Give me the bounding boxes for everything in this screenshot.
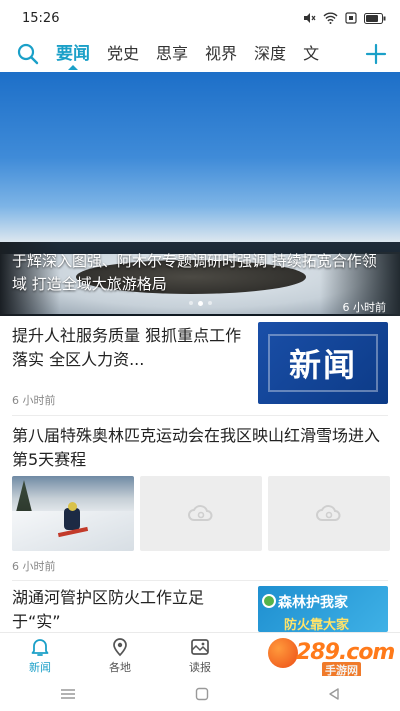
news-item[interactable]: 第八届特殊奥林匹克运动会在我区映山红滑雪场进入第5天赛程 6 小时前 — [0, 420, 400, 580]
thumbnail-text: 森林护我家 — [278, 595, 348, 611]
news-time: 6 小时前 — [12, 394, 56, 407]
battery-icon — [364, 12, 386, 24]
watermark-circle — [268, 638, 298, 668]
news-photo — [12, 476, 134, 551]
thumbnail-text: 新闻 — [268, 334, 378, 392]
divider — [12, 580, 388, 581]
photo-skier — [64, 508, 80, 530]
news-image-row — [12, 476, 390, 551]
status-bar: 15:26 — [0, 0, 400, 36]
image-placeholder-icon — [188, 504, 213, 521]
tab-newspaper[interactable]: 读报 — [170, 637, 230, 675]
news-title: 提升人社服务质量 狠抓重点工作落实 全区人力资... — [12, 326, 242, 369]
add-channel-icon[interactable] — [364, 42, 388, 66]
newspaper-icon — [191, 639, 209, 655]
wifi-icon — [323, 12, 338, 24]
system-nav-bar — [0, 676, 400, 711]
status-time: 15:26 — [22, 10, 60, 26]
carousel-dot — [188, 301, 193, 305]
news-title: 第八届特殊奥林匹克运动会在我区映山红滑雪场进入第5天赛程 — [12, 426, 381, 469]
tab-label: 各地 — [109, 661, 131, 674]
tab-headlines[interactable]: 要闻 — [56, 36, 90, 72]
news-item[interactable]: 提升人社服务质量 狠抓重点工作落实 全区人力资... 6 小时前 新闻 — [0, 316, 400, 414]
news-title: 湖通河管护区防火工作立足于“实” — [12, 588, 205, 631]
bell-icon — [31, 639, 49, 656]
home-icon[interactable] — [195, 687, 209, 701]
mute-icon — [304, 13, 316, 23]
thumbnail-text: 防火靠大家 — [284, 618, 350, 632]
forest-badge-icon — [262, 594, 276, 608]
location-pin-icon — [113, 638, 127, 657]
carousel-dot — [207, 301, 212, 305]
tab-vision[interactable]: 视界 — [205, 36, 237, 72]
status-icons — [302, 12, 386, 24]
tab-depth[interactable]: 深度 — [254, 36, 286, 72]
divider — [12, 415, 388, 416]
hero-caption: 于辉深入图强、阿木尔专题调研时强调 持续拓宽合作领域 打造全域大旅游格局 — [12, 252, 377, 293]
news-thumbnail: 森林护我家 防火靠大家 — [258, 586, 388, 632]
news-item[interactable]: 湖通河管护区防火工作立足于“实” 森林护我家 防火靠大家 — [0, 584, 400, 632]
carousel-dots — [0, 301, 400, 306]
tab-regions[interactable]: 各地 — [90, 637, 150, 675]
image-placeholder — [140, 476, 262, 551]
back-icon[interactable] — [327, 687, 341, 701]
tab-news[interactable]: 新闻 — [10, 637, 70, 675]
photo-skier-head — [68, 502, 77, 511]
tab-culture[interactable]: 文 — [303, 36, 319, 72]
image-placeholder — [268, 476, 390, 551]
hero-time: 6 小时前 — [342, 301, 387, 314]
menu-icon[interactable] — [59, 688, 77, 700]
watermark-logo: 289.com 手游网 — [234, 636, 395, 678]
top-nav: 要闻 党史 思享 视界 深度 文 — [0, 36, 400, 72]
channel-tabs: 要闻 党史 思享 视界 深度 文 — [56, 36, 360, 72]
news-thumbnail: 新闻 — [258, 322, 388, 404]
search-icon[interactable] — [16, 42, 40, 66]
tab-label: 新闻 — [29, 661, 51, 674]
sim-icon — [345, 12, 357, 24]
tab-thoughts[interactable]: 思享 — [156, 36, 188, 72]
tab-label: 读报 — [189, 661, 211, 674]
image-placeholder-icon — [316, 504, 341, 521]
carousel-dot — [197, 301, 203, 306]
news-time: 6 小时前 — [12, 560, 56, 573]
hero-banner[interactable]: 于辉深入图强、阿木尔专题调研时强调 持续拓宽合作领域 打造全域大旅游格局 6 小… — [0, 72, 400, 316]
tab-party-history[interactable]: 党史 — [107, 36, 139, 72]
